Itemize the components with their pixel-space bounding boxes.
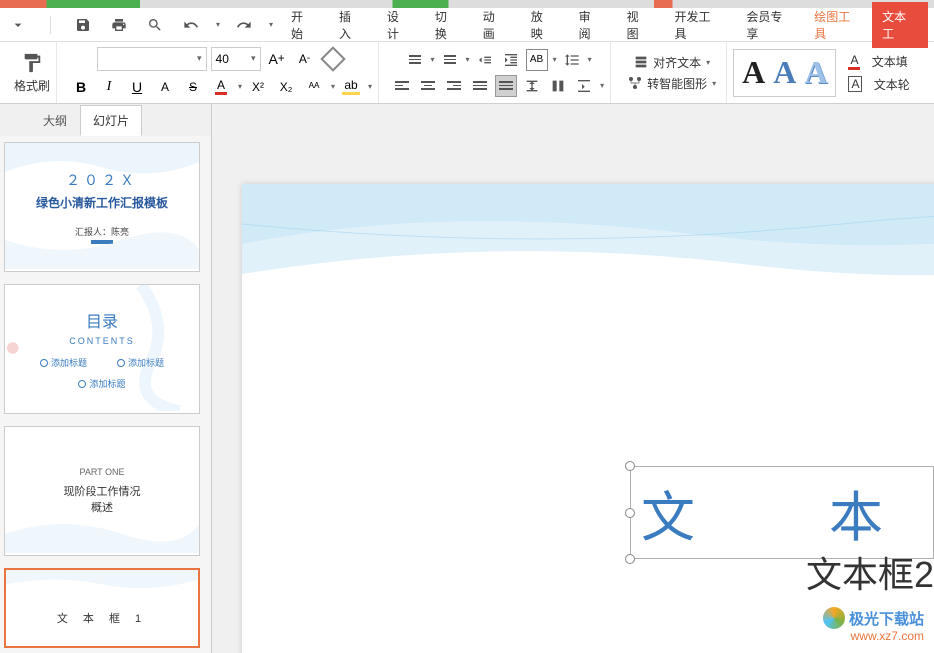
- tab-drawing-tools[interactable]: 绘图工具: [804, 2, 872, 48]
- slide-thumb-4[interactable]: 文 本 框 1: [4, 568, 200, 648]
- subscript-button[interactable]: X₂: [274, 75, 298, 99]
- decrease-font-icon[interactable]: A-: [293, 47, 317, 71]
- dropdown-icon[interactable]: ▾: [588, 55, 592, 64]
- style-preset-1[interactable]: A: [742, 54, 765, 91]
- tab-design[interactable]: 设计: [377, 2, 421, 48]
- watermark: 极光下载站 www.xz7.com: [823, 607, 924, 643]
- align-left-button[interactable]: [391, 75, 413, 97]
- slide-wave-decoration: [242, 184, 934, 324]
- clipboard-group: 格式刷: [8, 42, 57, 103]
- slide-thumb-1[interactable]: ２０２Ｘ 绿色小清新工作汇报模板 汇报人：陈亮: [4, 142, 200, 272]
- paragraph-group: ▾ ▾ AB ▾ ▾ ▾: [385, 42, 611, 103]
- dropdown-icon[interactable]: ▾: [368, 82, 372, 91]
- print-icon[interactable]: [107, 13, 131, 37]
- redo-dropdown[interactable]: ▾: [269, 20, 273, 29]
- undo-icon[interactable]: [179, 13, 203, 37]
- line-spacing-button[interactable]: [561, 49, 583, 71]
- text-style-gallery[interactable]: A A A: [733, 49, 836, 97]
- chevron-down-icon: ▾: [251, 53, 256, 64]
- save-icon[interactable]: [71, 13, 95, 37]
- bold-button[interactable]: B: [69, 75, 93, 99]
- decrease-indent-button[interactable]: [474, 49, 496, 71]
- slide-panel: 大纲 幻灯片 ２０２Ｘ 绿色小清新工作汇报模板 汇报人：陈亮 目录 CONTEN…: [0, 104, 212, 653]
- align-text-button[interactable]: 对齐文本▾: [629, 52, 714, 73]
- tab-member[interactable]: 会员专享: [736, 2, 804, 48]
- chevron-down-icon: ▾: [197, 53, 202, 64]
- smart-shape-button[interactable]: 转智能图形▾: [623, 73, 720, 94]
- text-fill-button[interactable]: A 文本填: [848, 53, 909, 70]
- menu-dropdown-icon[interactable]: [6, 13, 30, 37]
- tab-transition[interactable]: 切换: [425, 2, 469, 48]
- ribbon: 格式刷 ▾ 40▾ A+ A- B I U A S A ▾ X² X₂ ᴬᴬ ▾ a…: [0, 42, 934, 104]
- menu-bar: ▾ ▾ 开始 插入 设计 切换 动画 放映 审阅 视图 开发工具 会员专享 绘图…: [0, 8, 934, 42]
- tab-slideshow[interactable]: 放映: [521, 2, 565, 48]
- format-painter-button[interactable]: 格式刷: [14, 52, 50, 94]
- bullets-button[interactable]: [404, 49, 426, 71]
- align-group: 对齐文本▾ 转智能图形▾: [617, 42, 727, 103]
- tab-view[interactable]: 视图: [617, 2, 661, 48]
- superscript-button[interactable]: X²: [246, 75, 270, 99]
- undo-dropdown[interactable]: ▾: [216, 20, 220, 29]
- thumbnail-list[interactable]: ２０２Ｘ 绿色小清新工作汇报模板 汇报人：陈亮 目录 CONTENTS 添加标题…: [0, 136, 211, 653]
- style-preset-2[interactable]: A: [773, 54, 796, 91]
- align-right-button[interactable]: [443, 75, 465, 97]
- numbering-button[interactable]: [439, 49, 461, 71]
- slide-thumb-3[interactable]: PART ONE 现阶段工作情况 概述: [4, 426, 200, 556]
- highlight-button[interactable]: ab: [339, 75, 363, 99]
- dropdown-icon: ▾: [706, 58, 710, 67]
- resize-handle[interactable]: [625, 554, 635, 564]
- dropdown-icon: ▾: [712, 79, 716, 88]
- dropdown-icon[interactable]: ▾: [466, 55, 470, 64]
- format-painter-label: 格式刷: [14, 77, 50, 94]
- tab-insert[interactable]: 插入: [329, 2, 373, 48]
- spacing-before-button[interactable]: [521, 75, 543, 97]
- separator: [50, 16, 51, 34]
- columns-button[interactable]: [547, 75, 569, 97]
- tab-animation[interactable]: 动画: [473, 2, 517, 48]
- resize-handle[interactable]: [625, 461, 635, 471]
- textbox-1-content[interactable]: 文 本: [641, 473, 923, 552]
- strikethrough-button[interactable]: S: [181, 75, 205, 99]
- align-center-button[interactable]: [417, 75, 439, 97]
- increase-font-icon[interactable]: A+: [265, 47, 289, 71]
- resize-handle[interactable]: [625, 508, 635, 518]
- align-distribute-button[interactable]: [495, 75, 517, 97]
- font-name-combo[interactable]: ▾: [97, 47, 207, 71]
- dropdown-icon[interactable]: ▾: [600, 81, 604, 90]
- font-group: ▾ 40▾ A+ A- B I U A S A ▾ X² X₂ ᴬᴬ ▾ ab ▾: [63, 42, 379, 103]
- watermark-url: www.xz7.com: [823, 629, 924, 643]
- slides-tab[interactable]: 幻灯片: [80, 105, 142, 136]
- tab-start[interactable]: 开始: [281, 2, 325, 48]
- outline-tab[interactable]: 大纲: [30, 105, 80, 136]
- dropdown-icon[interactable]: ▾: [331, 82, 335, 91]
- tab-developer[interactable]: 开发工具: [665, 2, 733, 48]
- preview-icon[interactable]: [143, 13, 167, 37]
- watermark-logo-icon: [823, 607, 845, 629]
- font-color-button[interactable]: A: [209, 75, 233, 99]
- dropdown-icon[interactable]: ▾: [238, 82, 242, 91]
- underline-button[interactable]: U: [125, 75, 149, 99]
- font-effect-button[interactable]: A: [153, 75, 177, 99]
- change-case-button[interactable]: ᴬᴬ: [302, 75, 326, 99]
- align-justify-button[interactable]: [469, 75, 491, 97]
- tab-stops-button[interactable]: [573, 75, 595, 97]
- dropdown-icon[interactable]: ▾: [553, 55, 557, 64]
- style-preset-3[interactable]: A: [804, 54, 827, 91]
- dropdown-icon[interactable]: ▾: [431, 55, 435, 64]
- increase-indent-button[interactable]: [500, 49, 522, 71]
- slide-thumb-2[interactable]: 目录 CONTENTS 添加标题 添加标题 添加标题: [4, 284, 200, 414]
- tab-text-tools[interactable]: 文本工: [872, 2, 928, 48]
- text-effects-group: A 文本填 A 文本轮: [842, 53, 915, 93]
- text-outline-button[interactable]: A 文本轮: [848, 76, 909, 93]
- textbox-2[interactable]: 文本框2: [806, 546, 934, 598]
- watermark-name: 极光下载站: [849, 608, 924, 629]
- tab-review[interactable]: 审阅: [569, 2, 613, 48]
- redo-icon[interactable]: [232, 13, 256, 37]
- text-direction-button[interactable]: AB: [526, 49, 548, 71]
- italic-button[interactable]: I: [97, 75, 121, 99]
- font-size-combo[interactable]: 40▾: [211, 47, 261, 71]
- canvas[interactable]: 文 本 文本框2 极光下载站 www.xz7.com: [212, 104, 934, 653]
- clear-format-icon[interactable]: [321, 47, 345, 71]
